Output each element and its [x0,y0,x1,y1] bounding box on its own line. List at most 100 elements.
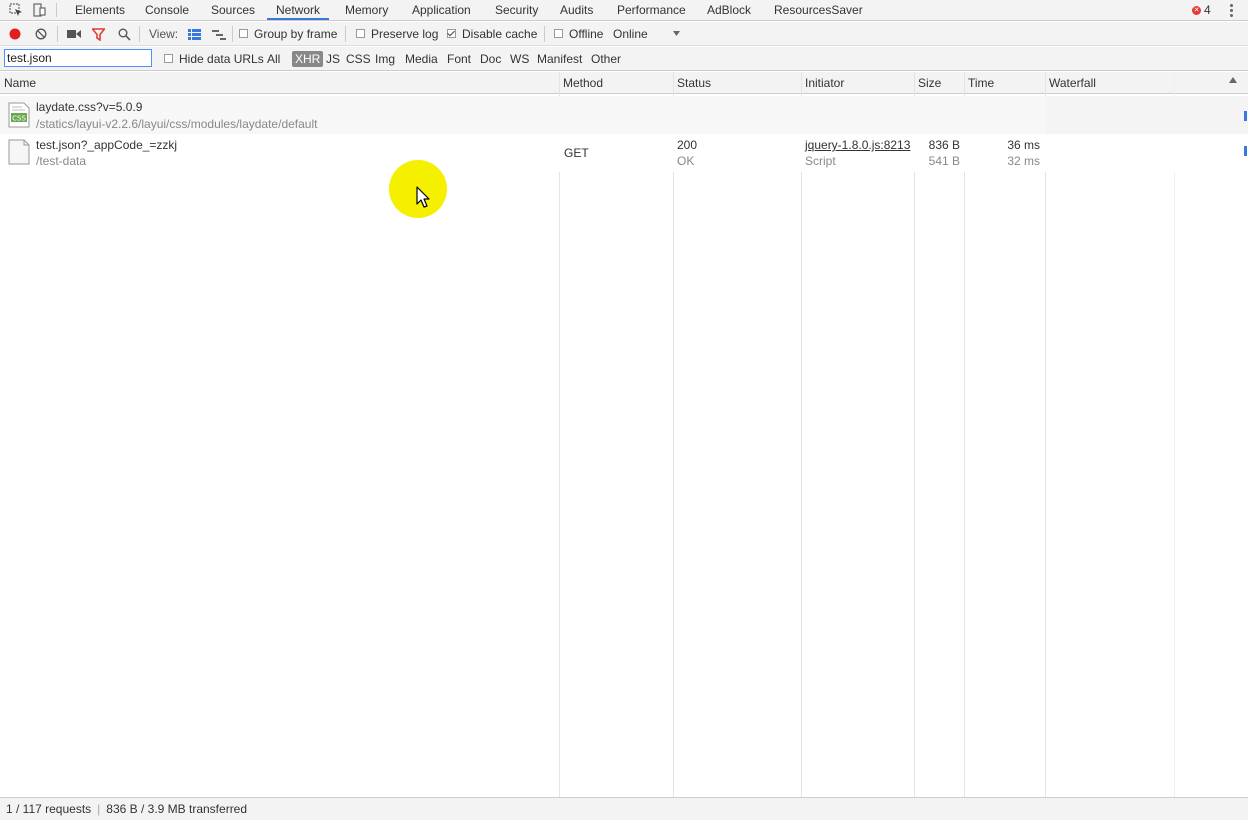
tab-resourcessaver[interactable]: ResourcesSaver [774,0,863,20]
request-status-text: OK [677,154,695,168]
request-name: laydate.css?v=5.0.9 [36,100,143,114]
filter-type-media[interactable]: Media [405,47,438,71]
chevron-down-icon[interactable] [673,31,680,36]
checkbox-checked-icon [447,29,456,39]
column-header-size[interactable]: Size [914,72,964,94]
error-count: 4 [1204,3,1211,17]
request-initiator-type: Script [805,154,836,168]
device-toolbar-icon[interactable] [32,3,46,17]
throttling-value: Online [613,27,648,41]
tab-elements[interactable]: Elements [75,0,125,20]
checkbox-icon [554,29,563,39]
more-options-icon[interactable] [1230,3,1234,17]
overview-marker [1244,146,1247,156]
devtools-tab-bar: Elements Console Sources Network Memory … [0,0,1248,21]
filter-icon[interactable] [92,28,105,41]
request-method: GET [564,146,589,160]
column-divider [1045,72,1046,797]
request-initiator-link[interactable]: jquery-1.8.0.js:8213 [805,138,910,152]
hide-data-urls-label: Hide data URLs [179,52,264,66]
request-status-code: 200 [677,138,698,152]
group-by-frame-label: Group by frame [254,27,338,41]
error-counter[interactable]: ✕ 4 [1192,0,1211,20]
filter-type-js[interactable]: JS [326,47,340,71]
offline-checkbox[interactable]: Offline [554,22,603,46]
svg-text:CSS: CSS [12,115,26,123]
column-header-waterfall[interactable]: Waterfall [1045,72,1225,94]
capture-screenshots-icon[interactable] [67,29,81,39]
disable-cache-checkbox[interactable]: Disable cache [447,22,537,46]
filter-bar: Hide data URLs All XHR JS CSS Img Media … [0,47,1248,71]
separator [139,26,140,42]
table-row[interactable]: CSS laydate.css?v=5.0.9 /statics/layui-v… [0,96,1248,134]
separator [232,26,233,42]
checkbox-icon [164,54,173,64]
large-rows-icon[interactable] [188,29,201,40]
request-latency: 32 ms [1007,154,1040,168]
waterfall-gridline [1174,72,1175,797]
preserve-log-checkbox[interactable]: Preserve log [356,22,438,46]
error-icon: ✕ [1192,6,1201,16]
tab-network[interactable]: Network [267,0,330,20]
filter-type-manifest[interactable]: Manifest [537,47,582,71]
offline-label: Offline [569,27,604,41]
preserve-log-label: Preserve log [371,27,439,41]
waterfall-cell [1046,96,1248,134]
hide-data-urls-checkbox[interactable]: Hide data URLs [164,47,264,71]
network-status-bar: 1 / 117 requests | 836 B / 3.9 MB transfer… [0,797,1248,820]
requests-table-header: Name Method Status Initiator Size Time W… [0,72,1248,94]
column-divider [559,72,560,797]
filter-type-font[interactable]: Font [447,47,471,71]
sort-ascending-icon[interactable] [1229,77,1237,83]
filter-type-img[interactable]: Img [375,47,395,71]
filter-type-ws[interactable]: WS [510,47,529,71]
filter-type-xhr[interactable]: XHR [292,51,324,67]
separator [345,26,346,42]
search-icon[interactable] [118,28,131,41]
view-label: View: [149,27,179,41]
filter-type-doc[interactable]: Doc [480,47,501,71]
transferred-size: 836 B / 3.9 MB transferred [106,802,248,816]
separator [544,26,545,42]
request-name: test.json?_appCode_=zzkj [36,138,178,152]
tab-sources[interactable]: Sources [211,0,255,20]
request-size: 836 B [928,138,960,152]
table-row[interactable]: test.json?_appCode_=zzkj /test-data GET … [0,134,1248,172]
column-header-status[interactable]: Status [673,72,801,94]
request-count: 1 / 117 requests [6,802,92,816]
separator [56,3,57,17]
inspect-element-icon[interactable] [9,3,23,17]
record-icon[interactable] [9,28,21,40]
tab-adblock[interactable]: AdBlock [707,0,751,20]
tab-console[interactable]: Console [145,0,189,20]
tab-memory[interactable]: Memory [345,0,388,20]
throttling-select[interactable]: Online [613,22,648,46]
column-header-method[interactable]: Method [559,72,673,94]
request-path: /statics/layui-v2.2.6/layui/css/modules/… [36,117,318,131]
tab-audits[interactable]: Audits [560,0,593,20]
checkbox-icon [356,29,365,39]
overview-marker [1244,111,1247,121]
filter-type-all[interactable]: All [267,47,280,71]
column-header-initiator[interactable]: Initiator [801,72,914,94]
column-header-time[interactable]: Time [964,72,1045,94]
tab-application[interactable]: Application [412,0,471,20]
column-header-name[interactable]: Name [0,72,559,94]
document-file-icon [8,139,30,165]
filter-input[interactable] [4,49,152,67]
separator [57,26,58,42]
tab-performance[interactable]: Performance [617,0,686,20]
column-divider [801,72,802,797]
request-path: /test-data [36,154,87,168]
clear-icon[interactable] [35,28,47,40]
tab-security[interactable]: Security [495,0,538,20]
group-by-frame-checkbox[interactable]: Group by frame [239,22,337,46]
column-divider [914,72,915,797]
checkbox-icon [239,29,248,39]
request-time: 36 ms [1007,138,1040,152]
filter-type-css[interactable]: CSS [346,47,371,71]
overview-waterfall-icon[interactable] [212,29,226,40]
filter-type-other[interactable]: Other [591,47,621,71]
request-content-size: 541 B [928,154,960,168]
disable-cache-label: Disable cache [462,27,538,41]
